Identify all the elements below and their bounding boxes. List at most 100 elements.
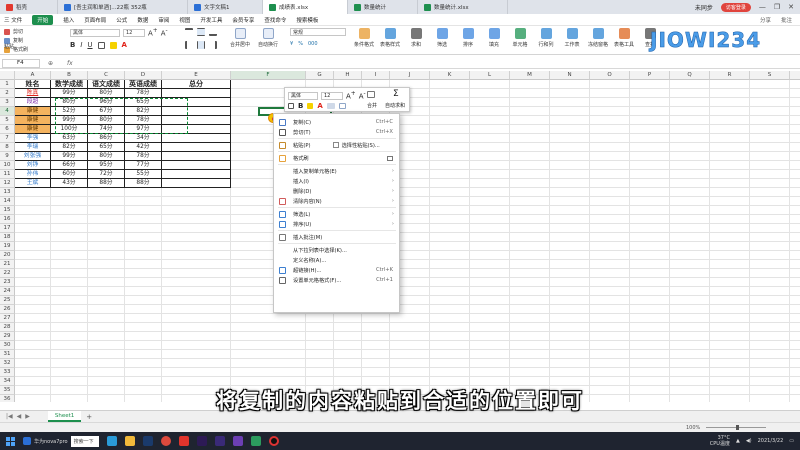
- grid-cell[interactable]: [510, 134, 550, 143]
- grid-cell[interactable]: [162, 251, 231, 260]
- wrap-text-icon[interactable]: [262, 28, 274, 39]
- row-header[interactable]: 6: [0, 125, 15, 134]
- grid-cell[interactable]: [630, 188, 670, 197]
- grid-cell[interactable]: [670, 107, 710, 116]
- grid-cell[interactable]: [15, 350, 51, 359]
- grid-cell[interactable]: [750, 215, 790, 224]
- grid-cell[interactable]: [162, 359, 231, 368]
- grid-cell[interactable]: [590, 134, 630, 143]
- grid-cell[interactable]: [590, 350, 630, 359]
- grid-cell[interactable]: [334, 314, 362, 323]
- grid-cell[interactable]: [670, 359, 710, 368]
- grid-cell[interactable]: [670, 161, 710, 170]
- grid-cell[interactable]: [15, 305, 51, 314]
- row-header[interactable]: 19: [0, 242, 15, 251]
- grid-cell[interactable]: [470, 278, 510, 287]
- grid-cell[interactable]: [125, 197, 162, 206]
- grid-cell[interactable]: [710, 332, 750, 341]
- grid-cell[interactable]: [750, 269, 790, 278]
- tab-0[interactable]: 稻壳: [0, 0, 58, 14]
- grid-cell[interactable]: [430, 170, 470, 179]
- mini-align-center-icon[interactable]: [326, 103, 335, 109]
- context-menu-item-1[interactable]: 剪切(T) Ctrl+X: [274, 127, 399, 137]
- grid-cell[interactable]: [470, 260, 510, 269]
- menu-item-10[interactable]: 查找命令: [264, 16, 286, 24]
- table-cell-name[interactable]: 刘铮: [15, 161, 51, 170]
- grid-cell[interactable]: [510, 188, 550, 197]
- table-cell-math[interactable]: 60分: [51, 170, 88, 179]
- grid-cell[interactable]: [550, 368, 590, 377]
- context-menu-item-3[interactable]: 粘贴(P) 选择性粘贴(S)...: [274, 140, 399, 150]
- grid-cell[interactable]: [750, 260, 790, 269]
- grid-cell[interactable]: [550, 287, 590, 296]
- grid-cell[interactable]: [510, 251, 550, 260]
- grid-cell[interactable]: [750, 152, 790, 161]
- grid-cell[interactable]: [550, 233, 590, 242]
- grid-cell[interactable]: [51, 188, 88, 197]
- grid-cell[interactable]: [306, 359, 334, 368]
- grid-cell[interactable]: [15, 359, 51, 368]
- grid-cell[interactable]: [510, 269, 550, 278]
- ribbon-btn-4[interactable]: 排序: [456, 28, 480, 48]
- column-header-J[interactable]: J: [390, 71, 430, 80]
- row-header[interactable]: 7: [0, 134, 15, 143]
- grid-cell[interactable]: [125, 323, 162, 332]
- row-header[interactable]: 23: [0, 278, 15, 287]
- grid-cell[interactable]: [306, 350, 334, 359]
- grid-cell[interactable]: [550, 296, 590, 305]
- grid-cell[interactable]: [790, 89, 800, 98]
- grid-cell[interactable]: [15, 224, 51, 233]
- grid-cell[interactable]: [162, 287, 231, 296]
- grid-cell[interactable]: [750, 125, 790, 134]
- grid-cell[interactable]: [430, 305, 470, 314]
- row-header[interactable]: 8: [0, 143, 15, 152]
- grid-cell[interactable]: [670, 224, 710, 233]
- grid-cell[interactable]: [334, 359, 362, 368]
- table-cell-name[interactable]: 李强: [15, 134, 51, 143]
- grid-cell[interactable]: [670, 80, 710, 89]
- grow-font-icon[interactable]: A+: [148, 28, 158, 37]
- grid-cell[interactable]: [470, 287, 510, 296]
- table-cell-math[interactable]: 63分: [51, 134, 88, 143]
- grid-cell[interactable]: [670, 134, 710, 143]
- grid-cell[interactable]: [510, 314, 550, 323]
- grid-cell[interactable]: [710, 188, 750, 197]
- grid-cell[interactable]: [790, 161, 800, 170]
- table-header-cell[interactable]: 英语成绩: [125, 80, 162, 89]
- grid-cell[interactable]: [125, 206, 162, 215]
- grid-cell[interactable]: [790, 242, 800, 251]
- grid-cell[interactable]: [670, 89, 710, 98]
- grid-cell[interactable]: [790, 359, 800, 368]
- grid-cell[interactable]: [710, 80, 750, 89]
- grid-cell[interactable]: [362, 314, 390, 323]
- table-cell-math[interactable]: 100分: [51, 125, 88, 134]
- grid-cell[interactable]: [51, 323, 88, 332]
- row-header[interactable]: 11: [0, 170, 15, 179]
- grid-cell[interactable]: [51, 341, 88, 350]
- grid-cell[interactable]: [790, 323, 800, 332]
- grid-cell[interactable]: [710, 233, 750, 242]
- ribbon-btn-8[interactable]: 工作表: [560, 28, 584, 48]
- grid-cell[interactable]: [51, 197, 88, 206]
- grid-cell[interactable]: [590, 179, 630, 188]
- grid-cell[interactable]: [430, 80, 470, 89]
- grid-cell[interactable]: [630, 143, 670, 152]
- context-menu-item-15[interactable]: 插入批注(M): [274, 232, 399, 242]
- grid-cell[interactable]: [710, 260, 750, 269]
- grid-cell[interactable]: [670, 242, 710, 251]
- grid-cell[interactable]: [15, 197, 51, 206]
- grid-cell[interactable]: [790, 260, 800, 269]
- grid-cell[interactable]: [430, 134, 470, 143]
- menu-item-3[interactable]: 页面布局: [84, 16, 106, 24]
- grid-cell[interactable]: [550, 350, 590, 359]
- row-header[interactable]: 2: [0, 89, 15, 98]
- grid-cell[interactable]: [125, 314, 162, 323]
- grid-cell[interactable]: [550, 215, 590, 224]
- grid-cell[interactable]: [15, 233, 51, 242]
- grid-cell[interactable]: [590, 314, 630, 323]
- grid-cell[interactable]: [162, 242, 231, 251]
- grid-cell[interactable]: [162, 215, 231, 224]
- grid-cell[interactable]: [470, 251, 510, 260]
- grid-cell[interactable]: [630, 305, 670, 314]
- mini-font-select[interactable]: 黑体: [288, 91, 318, 100]
